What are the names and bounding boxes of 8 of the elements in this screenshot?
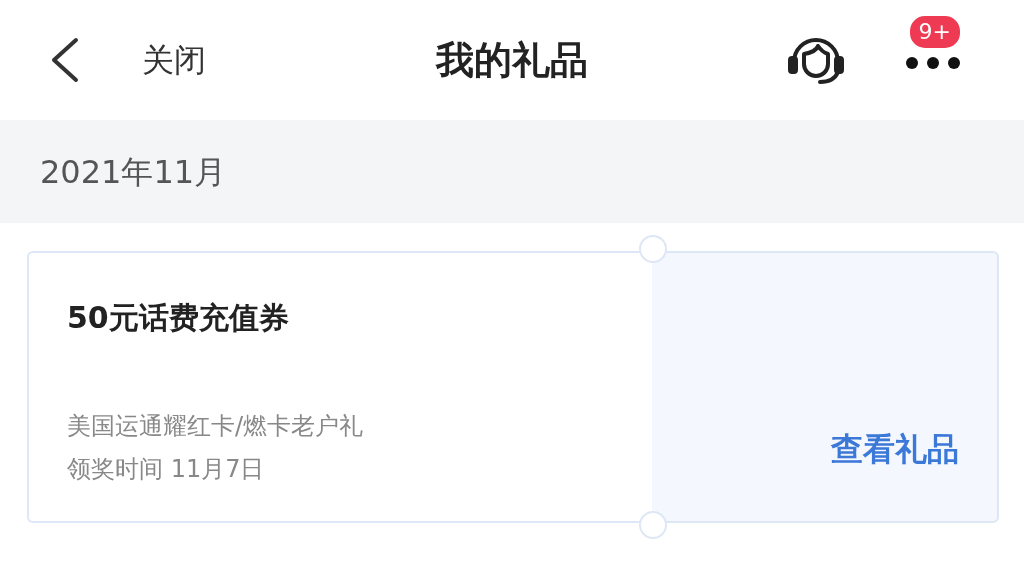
gift-title: 50元话费充值券 bbox=[67, 299, 290, 337]
page-title: 我的礼品 bbox=[436, 36, 588, 84]
close-button[interactable]: 关闭 bbox=[142, 36, 206, 84]
month-label: 2021年11月 bbox=[40, 151, 227, 193]
notification-badge: 9+ bbox=[907, 14, 962, 50]
view-gift-link[interactable]: 查看礼品 bbox=[831, 425, 959, 473]
claim-time: 领奖时间 11月7日 bbox=[67, 454, 266, 485]
gift-source: 美国运通耀红卡/燃卡老户礼 bbox=[67, 411, 365, 442]
